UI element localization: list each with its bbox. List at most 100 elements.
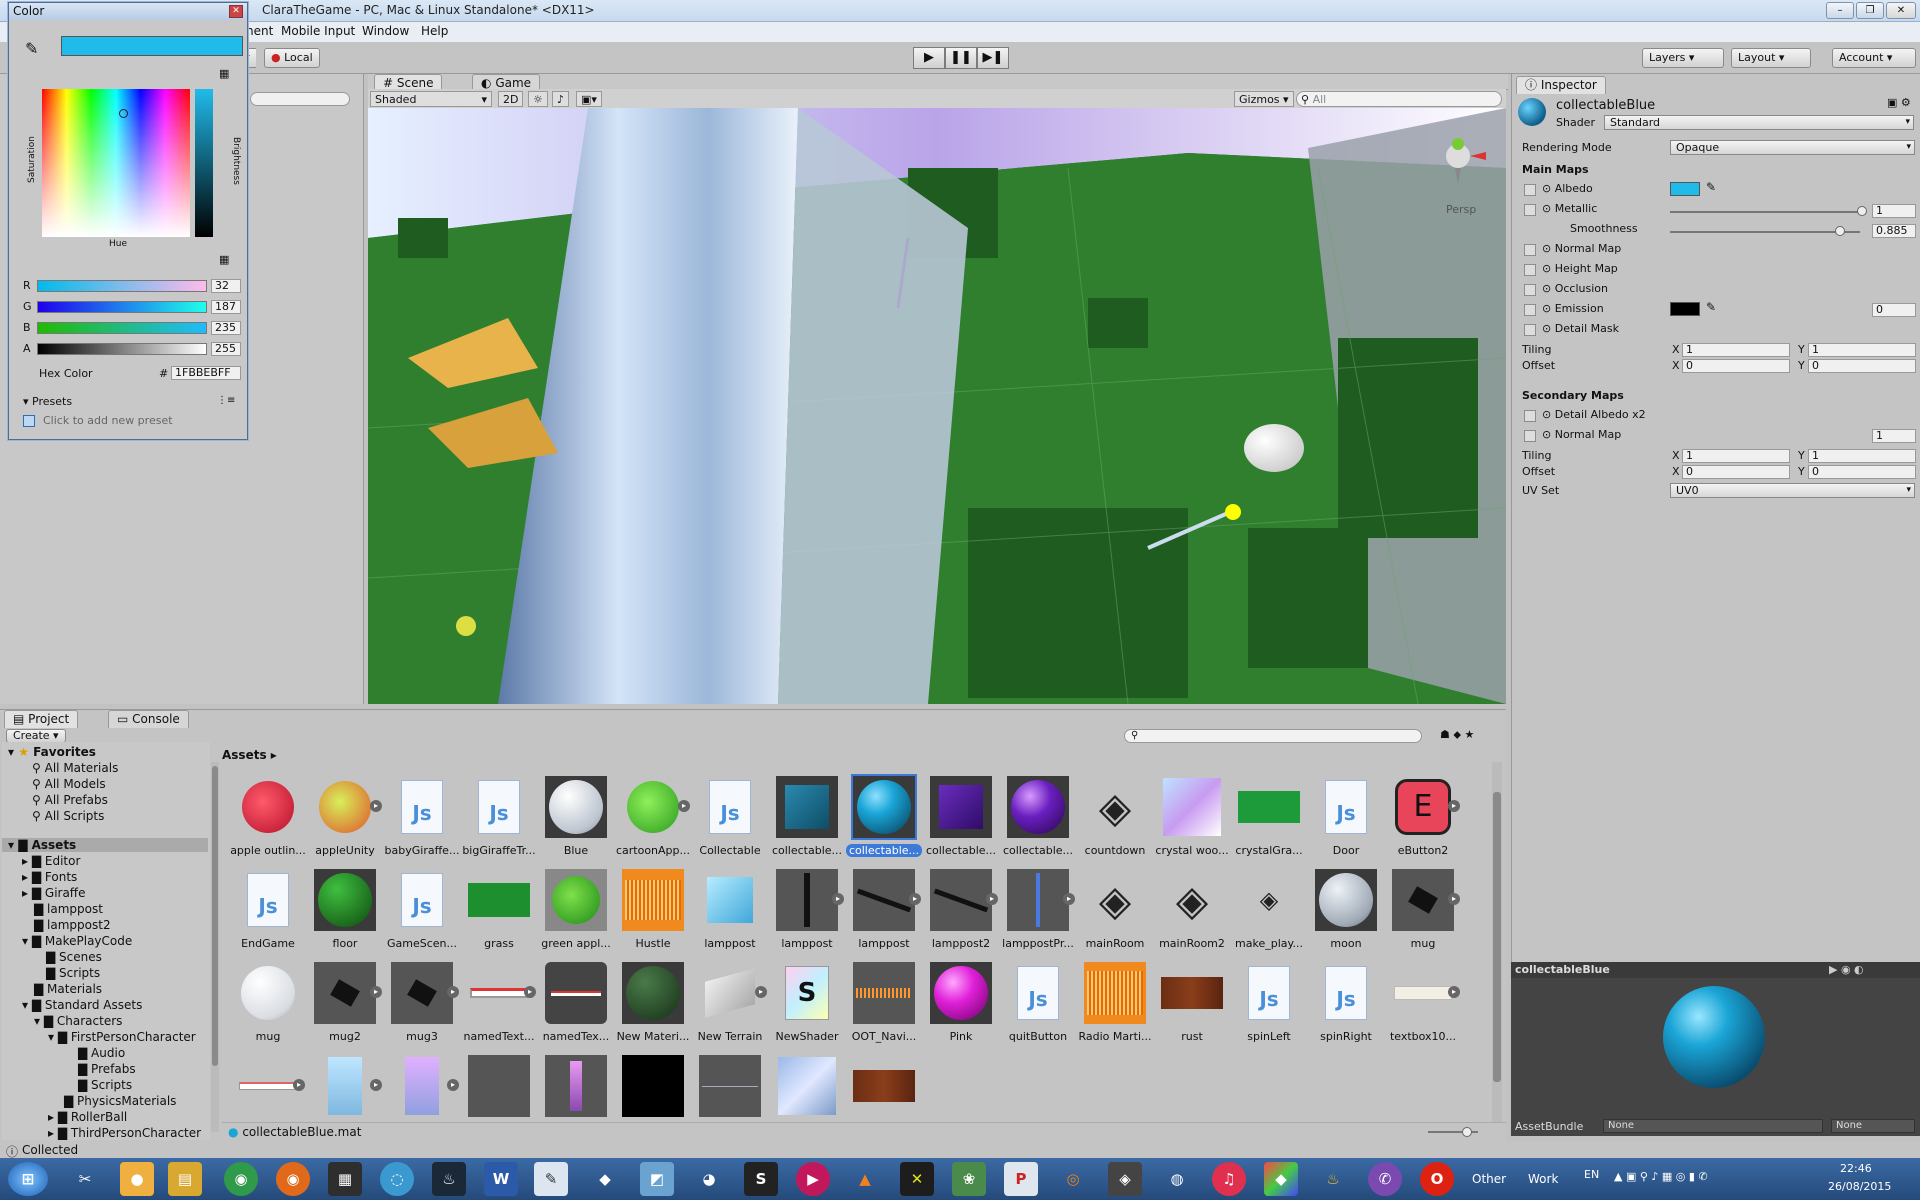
taskbar-app-icon[interactable]: ◩ — [640, 1162, 674, 1196]
tree-item[interactable]: ▇ lamppost2 — [34, 918, 111, 932]
asset-item[interactable]: grass — [461, 869, 537, 957]
taskbar-evernote-icon[interactable]: ❀ — [952, 1162, 986, 1196]
taskbar-inkscape-icon[interactable]: ◆ — [588, 1162, 622, 1196]
palette-icon[interactable]: ▦ — [219, 67, 229, 80]
material-preview-sphere[interactable] — [1663, 986, 1765, 1088]
tree-scrollbar[interactable] — [211, 762, 219, 1132]
audio-toggle-icon[interactable]: ♪ — [552, 91, 570, 107]
tab-project[interactable]: ▤ Project — [4, 710, 79, 728]
metallic-texture-slot[interactable] — [1524, 204, 1536, 216]
color-field-cursor[interactable] — [119, 109, 128, 118]
start-button-icon[interactable]: ⊞ — [8, 1162, 48, 1196]
scene-viewport[interactable]: Persp — [368, 108, 1506, 704]
tree-item[interactable]: ▇ Scenes — [46, 950, 102, 964]
assets-root[interactable]: ▾ ▇ Assets — [2, 838, 208, 852]
tree-item[interactable]: ▸ ▇ ThirdPersonCharacter — [48, 1126, 201, 1140]
asset-item[interactable]: lamppost — [692, 869, 768, 957]
eyedropper-icon[interactable]: ✎ — [25, 39, 38, 58]
asset-item[interactable]: E ▸ eButton2 — [1385, 776, 1461, 864]
taskbar-app-icon[interactable]: ◍ — [1160, 1162, 1194, 1196]
red-channel-slider[interactable] — [37, 280, 207, 292]
lighting-toggle-icon[interactable]: ☼ — [528, 91, 548, 107]
asset-item[interactable]: Radio Marti... — [1077, 962, 1153, 1050]
asset-item[interactable]: collectable... — [769, 776, 845, 864]
asset-item[interactable]: ▸ lamppost — [769, 869, 845, 957]
tree-item[interactable]: ▸ ▇ Giraffe — [22, 886, 85, 900]
preview-play-icon[interactable]: ▶ ◉ ◐ — [1829, 963, 1864, 976]
emission-value[interactable]: 0 — [1872, 303, 1916, 317]
shader-dropdown[interactable]: Standard — [1604, 115, 1914, 130]
tree-item[interactable]: ▾ ▇ Characters — [34, 1014, 122, 1028]
offset-y-field[interactable]: 0 — [1808, 359, 1916, 373]
tree-item[interactable]: ▇ lamppost — [34, 902, 103, 916]
asset-item[interactable]: Pink — [923, 962, 999, 1050]
thumbnail-size-handle[interactable] — [1462, 1127, 1472, 1137]
close-icon[interactable]: ✕ — [229, 5, 243, 18]
taskbar-app-icon[interactable]: ▦ — [328, 1162, 362, 1196]
taskbar-sublime-icon[interactable]: S — [744, 1162, 778, 1196]
eyedropper-icon[interactable]: ✎ — [1706, 180, 1716, 194]
taskbar-steam-icon[interactable]: ♨ — [432, 1162, 466, 1196]
asset-item[interactable]: Js Collectable — [692, 776, 768, 864]
toolbar-work[interactable]: Work — [1528, 1172, 1558, 1186]
metallic-value[interactable]: 1 — [1872, 204, 1916, 218]
shading-dropdown[interactable]: Shaded ▾ — [370, 91, 492, 107]
asset-item-selected[interactable]: collectable... — [846, 774, 922, 864]
asset-item[interactable]: Blue — [538, 776, 614, 864]
taskbar-paint-icon[interactable]: ✎ — [534, 1162, 568, 1196]
step-button[interactable]: ▶❚ — [977, 47, 1009, 69]
asset-item[interactable]: floor — [307, 869, 383, 957]
normal-map-slot[interactable] — [1524, 244, 1536, 256]
offset-x-field[interactable]: 0 — [1682, 359, 1790, 373]
project-search-input[interactable]: ⚲ — [1124, 729, 1422, 743]
asset-item[interactable]: Js Door — [1308, 776, 1384, 864]
tree-item[interactable]: ▸ ▇ RollerBall — [48, 1110, 127, 1124]
asset-item[interactable]: Js spinLeft — [1231, 962, 1307, 1050]
asset-item[interactable]: ◈ countdown — [1077, 776, 1153, 864]
tree-item[interactable]: ▾ ▇ Standard Assets — [22, 998, 142, 1012]
taskbar-opera-icon[interactable]: O — [1420, 1162, 1454, 1196]
fav-item[interactable]: ⚲ All Scripts — [32, 809, 104, 823]
taskbar-firefox-icon[interactable]: ◉ — [276, 1162, 310, 1196]
tree-item[interactable]: ▇ Prefabs — [78, 1062, 136, 1076]
taskbar-app-icon[interactable]: ♨ — [1316, 1162, 1350, 1196]
grid-scrollbar-thumb[interactable] — [1493, 792, 1501, 1082]
local-toggle[interactable]: ● Local — [264, 48, 320, 68]
maximize-button[interactable]: ❐ — [1856, 2, 1884, 19]
blue-value[interactable]: 235 — [211, 321, 241, 335]
tiling-y-field[interactable]: 1 — [1808, 343, 1916, 357]
pause-button[interactable]: ❚❚ — [945, 47, 977, 69]
grid-scrollbar[interactable] — [1492, 762, 1502, 1132]
asset-item[interactable]: ▸ lamppost2 — [923, 869, 999, 957]
taskbar-viber-icon[interactable]: ✆ — [1368, 1162, 1402, 1196]
hierarchy-search-input[interactable] — [250, 92, 350, 106]
tree-item[interactable]: ▇ Scripts — [46, 966, 100, 980]
tree-item[interactable]: ▇ PhysicsMaterials — [64, 1094, 176, 1108]
emission-slot[interactable] — [1524, 304, 1536, 316]
2d-toggle[interactable]: 2D — [498, 91, 524, 107]
height-map-slot[interactable] — [1524, 264, 1536, 276]
taskbar-app-icon[interactable]: ◆ — [1264, 1162, 1298, 1196]
favorites-header[interactable]: ▾ ★ Favorites — [8, 745, 96, 759]
clock-time[interactable]: 22:46 — [1840, 1162, 1872, 1175]
taskbar-xna-icon[interactable]: ✕ — [900, 1162, 934, 1196]
tab-inspector[interactable]: ⓘ Inspector — [1516, 76, 1606, 94]
asset-item[interactable]: rust — [1154, 962, 1230, 1050]
taskbar-blender-icon[interactable]: ◎ — [1056, 1162, 1090, 1196]
add-preset-hint[interactable]: Click to add new preset — [43, 414, 173, 427]
asset-item[interactable]: ▸ mug2 — [307, 962, 383, 1050]
layout-dropdown[interactable]: Layout ▾ — [1731, 48, 1811, 68]
emission-eyedropper-icon[interactable]: ✎ — [1706, 300, 1716, 314]
effects-dropdown-icon[interactable]: ▣▾ — [576, 91, 602, 107]
secondary-normal-slot[interactable] — [1524, 430, 1536, 442]
fav-item[interactable]: ⚲ All Materials — [32, 761, 118, 775]
gizmos-dropdown[interactable]: Gizmos ▾ — [1234, 91, 1294, 107]
asset-item[interactable]: namedTex... — [538, 962, 614, 1050]
language-indicator[interactable]: EN — [1584, 1168, 1599, 1181]
red-value[interactable]: 32 — [211, 279, 241, 293]
tray-icons[interactable]: ▲ ▣ ⚲ ♪ ▦ ◎ ▮ ✆ — [1614, 1170, 1708, 1183]
asset-item[interactable]: Js bigGiraffeTr... — [461, 776, 537, 864]
asset-item[interactable]: ▸ mug3 — [384, 962, 460, 1050]
sec-offset-x-field[interactable]: 0 — [1682, 465, 1790, 479]
asset-item[interactable]: mug — [230, 962, 306, 1050]
